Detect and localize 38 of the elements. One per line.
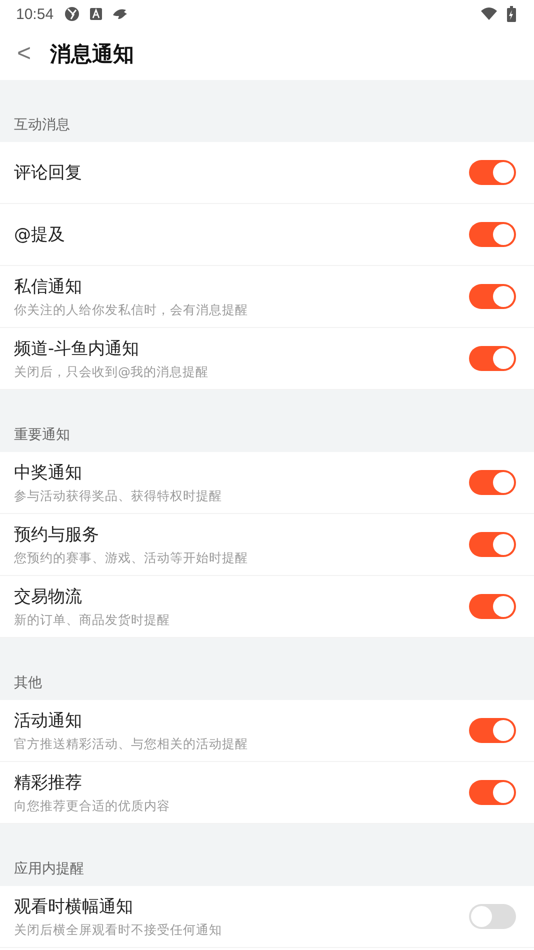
font-icon — [90, 8, 102, 20]
section-title: 互动消息 — [14, 116, 70, 134]
setting-label: 评论回复 — [14, 162, 83, 184]
setting-description: 新的订单、商品发货时提醒 — [14, 612, 171, 628]
setting-label: 精彩推荐 — [14, 772, 83, 794]
setting-description: 您预约的赛事、游戏、活动等开始时提醒 — [14, 550, 249, 566]
section-title: 应用内提醒 — [14, 860, 84, 878]
setting-description: 参与活动获得奖品、获得特权时提醒 — [14, 488, 223, 504]
section-title: 重要通知 — [14, 426, 70, 444]
setting-label: 中奖通知 — [14, 462, 83, 484]
setting-label: 交易物流 — [14, 586, 83, 608]
setting-description: 关闭后横全屏观看时不接受任何通知 — [14, 922, 223, 938]
toggle-switch[interactable] — [469, 904, 516, 929]
setting-description: 你关注的人给你发私信时，会有消息提醒 — [14, 302, 249, 318]
toggle-switch[interactable] — [469, 160, 516, 185]
toggle-switch[interactable] — [469, 470, 516, 495]
setting-description: 关闭后，只会收到@我的消息提醒 — [14, 364, 210, 380]
setting-label: 观看时横幅通知 — [14, 896, 134, 918]
setting-label: 私信通知 — [14, 276, 83, 298]
setting-label: 频道-斗鱼内通知 — [14, 338, 140, 360]
status-time: 10:54 — [16, 6, 54, 22]
setting-description: 向您推荐更合适的优质内容 — [14, 798, 171, 814]
page-title: 消息通知 — [50, 41, 134, 68]
toggle-switch[interactable] — [469, 718, 516, 743]
battery-icon — [507, 6, 516, 22]
setting-description: 官方推送精彩活动、与您相关的活动提醒 — [14, 736, 249, 752]
setting-label: @提及 — [14, 224, 66, 246]
back-button[interactable]: < — [12, 40, 36, 68]
toggle-switch[interactable] — [469, 284, 516, 309]
wifi-icon — [481, 6, 497, 22]
setting-label: 活动通知 — [14, 710, 83, 732]
setting-label: 预约与服务 — [14, 524, 100, 546]
toggle-switch[interactable] — [469, 532, 516, 557]
toggle-switch[interactable] — [469, 594, 516, 619]
toggle-switch[interactable] — [469, 222, 516, 247]
section-title: 其他 — [14, 674, 42, 692]
toggle-switch[interactable] — [469, 780, 516, 805]
toggle-switch[interactable] — [469, 346, 516, 371]
